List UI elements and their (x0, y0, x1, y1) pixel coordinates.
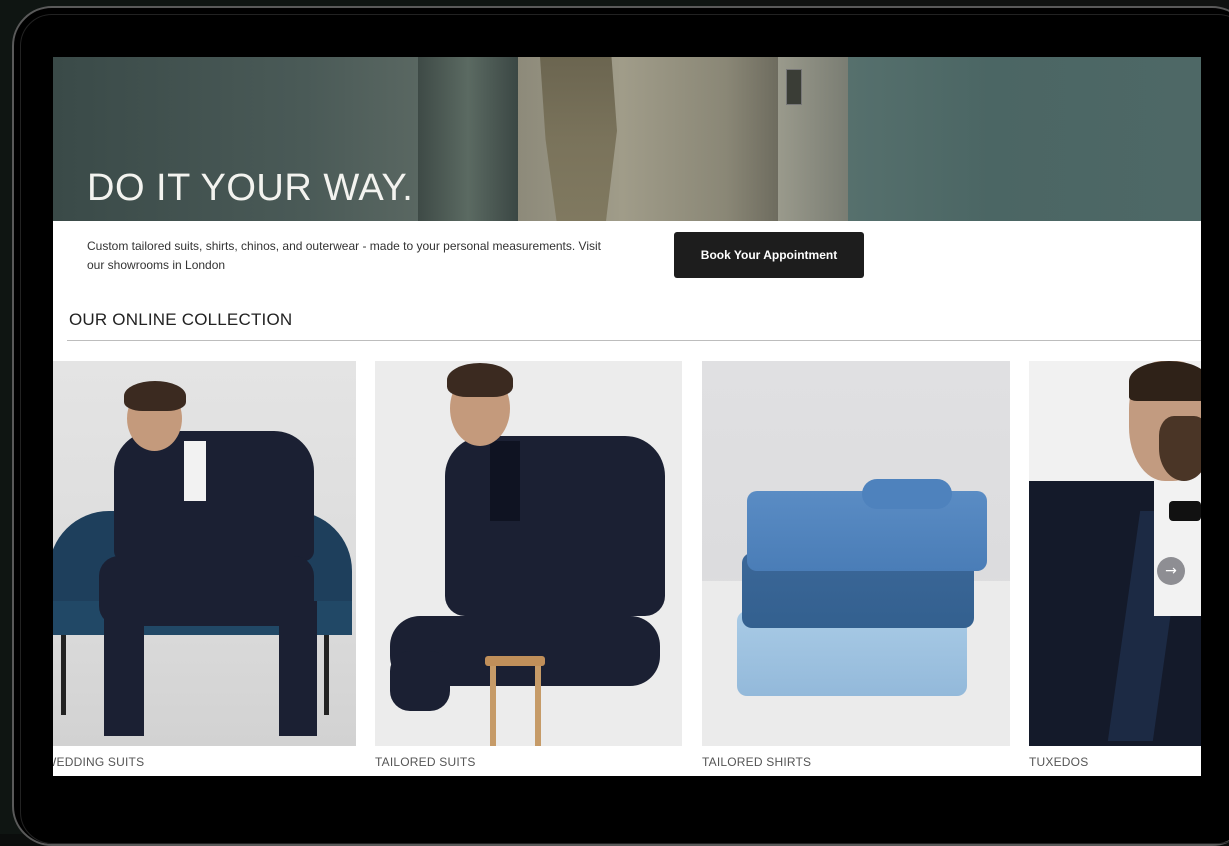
collection-label[interactable]: TUXEDOS (1029, 755, 1088, 769)
model-beard (1159, 416, 1201, 481)
tuxedo-shirt (1154, 476, 1201, 616)
arrow-right-icon[interactable]: → (1157, 557, 1185, 585)
model-shirt (184, 441, 206, 501)
tailored-suits-image[interactable] (375, 361, 682, 746)
stool-leg (490, 666, 496, 746)
sofa-leg (61, 635, 66, 715)
model-jacket (114, 431, 314, 561)
collection-label[interactable]: TAILORED SUITS (375, 755, 476, 769)
model-hair (447, 363, 513, 397)
collection-label[interactable]: WEDDING SUITS (53, 755, 144, 769)
hero-light-switch (786, 69, 802, 105)
model-shirt-dark (490, 441, 520, 521)
collection-card-wedding-suits[interactable]: WEDDING SUITS (53, 361, 356, 776)
stool-leg (535, 666, 541, 746)
bowtie (1169, 501, 1201, 521)
model-leg-left (104, 601, 144, 736)
collection-card-tailored-shirts[interactable]: TAILORED SHIRTS (702, 361, 1010, 776)
model-leg (390, 651, 450, 711)
hero-banner: DO IT YOUR WAY. (53, 57, 1201, 221)
model-hair (124, 381, 186, 411)
collection-card-tailored-suits[interactable]: TAILORED SUITS (375, 361, 682, 776)
hero-teal-wall (848, 57, 1201, 221)
collection-label[interactable]: TAILORED SHIRTS (702, 755, 811, 769)
stool-seat (485, 656, 545, 666)
wedding-suits-image[interactable] (53, 361, 356, 746)
hero-title: DO IT YOUR WAY. (87, 167, 414, 209)
model-jacket (445, 436, 665, 616)
shirt-collar (862, 479, 952, 509)
book-appointment-button[interactable]: Book Your Appointment (674, 232, 864, 278)
intro-text: Custom tailored suits, shirts, chinos, a… (87, 239, 602, 272)
tailored-shirts-image[interactable] (702, 361, 1010, 746)
hero-door (418, 57, 518, 221)
tuxedos-image[interactable] (1029, 361, 1201, 746)
web-page: DO IT YOUR WAY. Custom tailored suits, s… (53, 57, 1201, 776)
collection-title: OUR ONLINE COLLECTION (69, 310, 293, 329)
section-divider (67, 340, 1201, 341)
sofa-leg (324, 635, 329, 715)
model-leg-right (279, 601, 317, 736)
model-hair (1129, 361, 1201, 401)
